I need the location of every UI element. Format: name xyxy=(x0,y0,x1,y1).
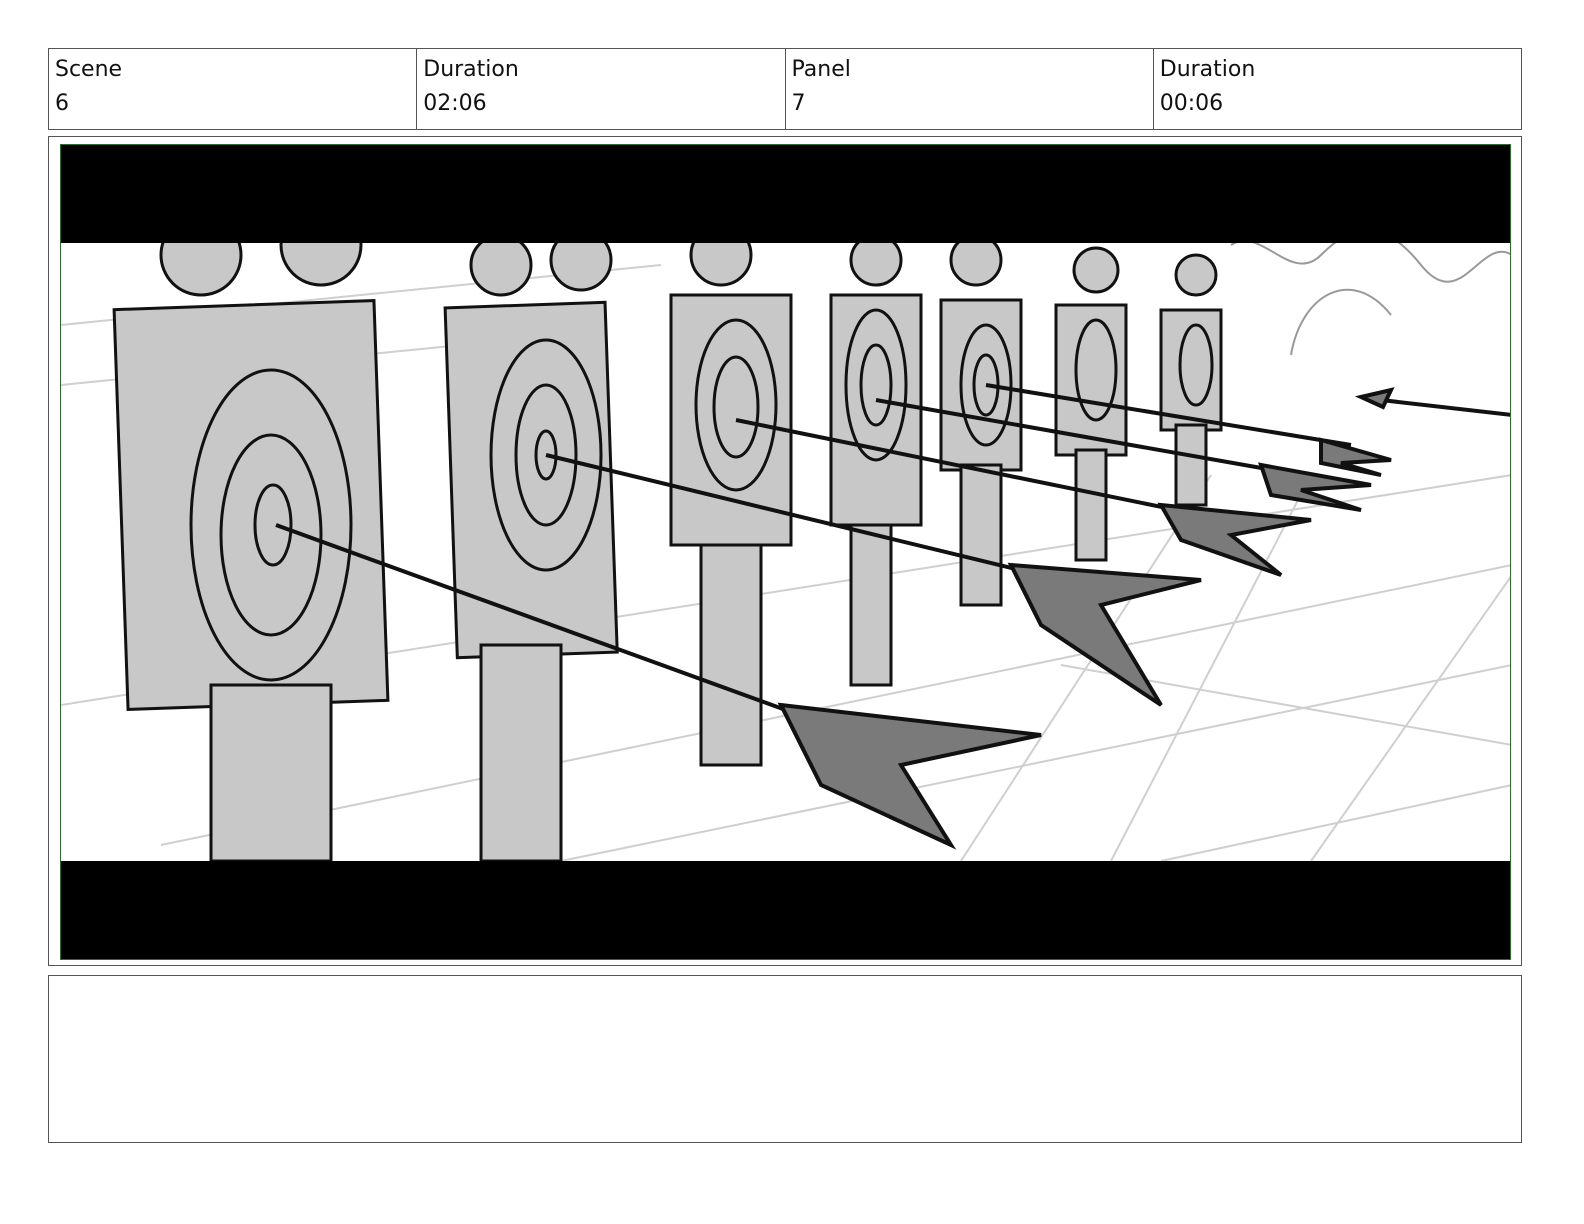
storyboard-sketch xyxy=(61,145,1510,959)
panel-frame xyxy=(48,136,1522,966)
target-row xyxy=(112,203,1223,863)
panel-duration-label: Duration xyxy=(1159,57,1256,82)
storyboard-image xyxy=(60,144,1511,960)
letterbox-bottom xyxy=(61,861,1510,959)
letterbox-top xyxy=(61,145,1510,243)
panel-duration-value: 00:06 xyxy=(1159,91,1224,116)
scene-value: 6 xyxy=(55,91,69,116)
scene-label: Scene xyxy=(55,57,123,82)
scene-duration-label: Duration xyxy=(423,57,519,82)
panel-duration-cell: Duration 00:06 xyxy=(1154,49,1521,129)
panel-cell: Panel 7 xyxy=(786,49,1154,129)
panel-header-table: Scene 6 Duration 02:06 Panel 7 Duration … xyxy=(48,48,1522,130)
panel-label: Panel xyxy=(791,57,851,82)
panel-value: 7 xyxy=(791,91,806,116)
scene-duration-value: 02:06 xyxy=(423,91,487,116)
panel-notes-box xyxy=(48,975,1522,1143)
scene-duration-cell: Duration 02:06 xyxy=(417,49,786,129)
scene-cell: Scene 6 xyxy=(49,49,418,129)
